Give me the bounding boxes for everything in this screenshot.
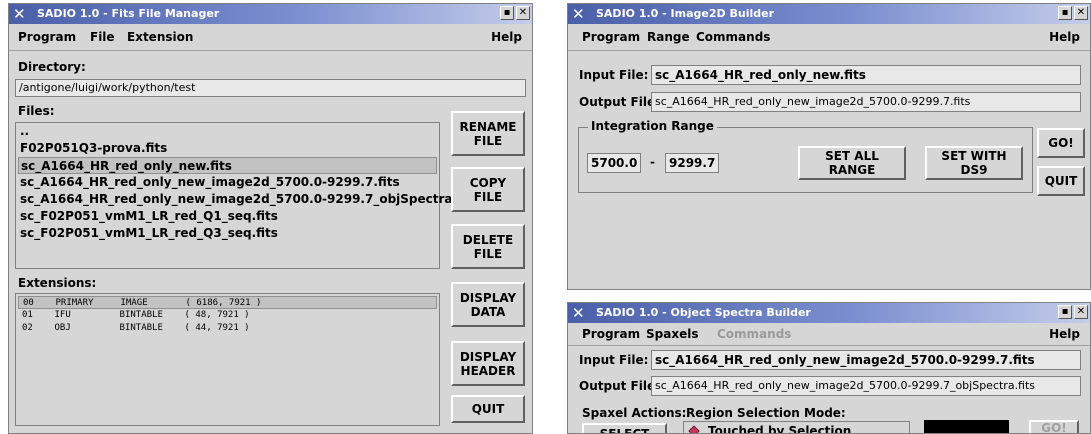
extension-row-selected[interactable]: 00 PRIMARY IMAGE ( 6186, 7921 ) xyxy=(18,296,437,309)
go-button: GO! xyxy=(1029,420,1079,433)
quit-button[interactable]: QUIT xyxy=(1037,166,1085,196)
title-bar[interactable]: ✕ SADIO 1.0 - Object Spectra Builder ▪ ✕ xyxy=(568,303,1090,323)
image2d-builder-window: ✕ SADIO 1.0 - Image2D Builder ▪ ✕ Progra… xyxy=(567,3,1091,290)
go-button[interactable]: GO! xyxy=(1037,128,1085,158)
range-dash: - xyxy=(650,155,655,169)
output-file-field[interactable]: sc_A1664_HR_red_only_new_image2d_5700.0-… xyxy=(651,92,1081,112)
copy-file-button[interactable]: COPY FILE xyxy=(451,167,525,212)
region-mode-radio-group: Touched by Selection xyxy=(683,421,910,433)
minimize-icon[interactable]: ▪ xyxy=(500,6,514,20)
menu-bar: Program Spaxels Commands Help xyxy=(568,323,1090,346)
menu-commands: Commands xyxy=(717,327,792,341)
close-icon[interactable]: ✕ xyxy=(1074,305,1088,319)
input-file-label: Input File: xyxy=(579,353,649,367)
menu-extension[interactable]: Extension xyxy=(127,24,193,50)
title-bar[interactable]: ✕ SADIO 1.0 - Image2D Builder ▪ ✕ xyxy=(568,4,1090,24)
window-title: SADIO 1.0 - Image2D Builder xyxy=(596,7,774,20)
list-item[interactable]: sc_F02P051_vmM1_LR_red_Q3_seq.fits xyxy=(18,225,437,242)
close-icon[interactable]: ✕ xyxy=(516,6,530,20)
list-item-selected[interactable]: sc_A1664_HR_red_only_new.fits xyxy=(18,157,437,174)
display-header-button[interactable]: DISPLAY HEADER xyxy=(451,341,525,386)
files-list[interactable]: .. F02P051Q3-prova.fits sc_A1664_HR_red_… xyxy=(15,122,479,269)
list-item[interactable]: F02P051Q3-prova.fits xyxy=(18,140,437,157)
output-file-label: Output File: xyxy=(579,379,660,393)
list-item[interactable]: sc_A1664_HR_red_only_new_image2d_5700.0-… xyxy=(18,174,437,191)
menu-help[interactable]: Help xyxy=(491,24,522,50)
window-title: SADIO 1.0 - Object Spectra Builder xyxy=(596,306,811,319)
x-logo-icon: ✕ xyxy=(13,5,26,23)
input-file-field[interactable]: sc_A1664_HR_red_only_new_image2d_5700.0-… xyxy=(651,350,1081,370)
menu-bar: Program File Extension Help xyxy=(9,24,532,51)
menu-bar: Program Range Commands Help xyxy=(568,24,1090,51)
menu-program[interactable]: Program xyxy=(582,323,640,345)
input-file-field[interactable]: sc_A1664_HR_red_only_new.fits xyxy=(651,65,1081,85)
radio-touched-by-selection[interactable]: Touched by Selection xyxy=(686,423,851,433)
minimize-icon[interactable]: ▪ xyxy=(1058,6,1072,20)
range-max-field[interactable]: 9299.7 xyxy=(665,153,719,173)
menu-program[interactable]: Program xyxy=(582,24,640,50)
fits-file-manager-window: ✕ SADIO 1.0 - Fits File Manager ▪ ✕ Prog… xyxy=(8,3,533,434)
menu-help[interactable]: Help xyxy=(1049,323,1080,345)
menu-range[interactable]: Range xyxy=(647,24,690,50)
extension-row[interactable]: 02 OBJ BINTABLE ( 44, 7921 ) xyxy=(18,322,437,335)
menu-spaxels[interactable]: Spaxels xyxy=(646,323,698,345)
list-item[interactable]: sc_F02P051_vmM1_LR_red_Q1_seq.fits xyxy=(18,208,437,225)
output-file-label: Output File: xyxy=(579,95,660,109)
integration-range-title: Integration Range xyxy=(588,119,717,133)
menu-commands[interactable]: Commands xyxy=(696,24,770,50)
list-item[interactable]: .. xyxy=(18,123,437,140)
menu-help[interactable]: Help xyxy=(1049,24,1080,50)
list-item[interactable]: sc_A1664_HR_red_only_new_image2d_5700.0-… xyxy=(18,191,479,208)
rename-file-button[interactable]: RENAME FILE xyxy=(451,111,525,156)
menu-file[interactable]: File xyxy=(90,24,115,50)
menu-program[interactable]: Program xyxy=(18,24,76,50)
extensions-label: Extensions: xyxy=(18,276,97,290)
input-file-label: Input File: xyxy=(579,68,649,82)
title-bar[interactable]: ✕ SADIO 1.0 - Fits File Manager ▪ ✕ xyxy=(9,4,532,24)
close-icon[interactable]: ✕ xyxy=(1074,6,1088,20)
x-logo-icon: ✕ xyxy=(572,5,585,23)
display-data-button[interactable]: DISPLAY DATA xyxy=(451,282,525,327)
range-min-field[interactable]: 5700.0 xyxy=(587,153,641,173)
extension-row[interactable]: 01 IFU BINTABLE ( 48, 7921 ) xyxy=(18,309,437,322)
spaxel-preview[interactable] xyxy=(924,420,1009,433)
extensions-list[interactable]: 00 PRIMARY IMAGE ( 6186, 7921 ) 01 IFU B… xyxy=(15,293,440,426)
delete-file-button[interactable]: DELETE FILE xyxy=(451,224,525,269)
object-spectra-builder-window: ✕ SADIO 1.0 - Object Spectra Builder ▪ ✕… xyxy=(567,302,1091,434)
directory-field[interactable]: /antigone/luigi/work/python/test xyxy=(15,79,526,97)
files-label: Files: xyxy=(18,104,55,118)
x-logo-icon: ✕ xyxy=(572,304,585,322)
radio-selected-icon xyxy=(688,425,700,433)
region-selection-mode-label: Region Selection Mode: xyxy=(686,406,846,420)
output-file-field[interactable]: sc_A1664_HR_red_only_new_image2d_5700.0-… xyxy=(651,376,1081,396)
spaxel-actions-label: Spaxel Actions: xyxy=(582,406,687,420)
minimize-icon[interactable]: ▪ xyxy=(1058,305,1072,319)
select-button[interactable]: SELECT xyxy=(582,423,667,433)
set-with-ds9-button[interactable]: SET WITH DS9 xyxy=(925,146,1023,180)
directory-label: Directory: xyxy=(18,60,86,74)
window-title: SADIO 1.0 - Fits File Manager xyxy=(37,7,220,20)
set-all-range-button[interactable]: SET ALL RANGE xyxy=(798,146,906,180)
quit-button[interactable]: QUIT xyxy=(451,395,525,423)
